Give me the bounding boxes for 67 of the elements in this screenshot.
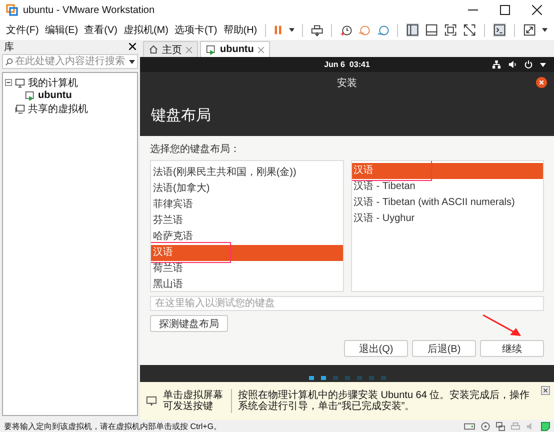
tab[interactable]: 主页 — [143, 41, 198, 57]
monitor-icon — [15, 78, 25, 88]
sidebar-icon[interactable] — [406, 23, 419, 37]
page-heading: 键盘布局 — [150, 106, 212, 126]
list-item[interactable]: 汉语 — [151, 245, 342, 261]
collapse-icon[interactable] — [5, 79, 12, 86]
dialog-button[interactable]: 后退(B) — [412, 340, 476, 357]
list-item[interactable]: 法语(加拿大) — [151, 181, 342, 197]
caret-icon[interactable] — [129, 60, 135, 64]
close-icon[interactable] — [532, 5, 542, 15]
power-icon[interactable] — [524, 60, 533, 69]
list-item[interactable]: 黑山语 — [151, 277, 342, 291]
list-item[interactable]: 汉语 - Tibetan — [352, 179, 543, 195]
panel-icon[interactable] — [424, 23, 438, 37]
prompt-label: 选择您的键盘布局： — [150, 142, 241, 156]
test-input-field[interactable]: 在这里输入以测试您的键盘 — [150, 296, 544, 311]
library-title: 库 — [4, 40, 14, 54]
menu-item[interactable]: 帮助(H) — [223, 23, 258, 37]
caret-icon[interactable] — [288, 28, 294, 32]
list-item[interactable]: 汉语 - Uyghur — [352, 211, 543, 227]
list-item[interactable]: 菲律宾语 — [151, 197, 342, 213]
window-title: ubuntu - VMware Workstation — [23, 4, 155, 16]
fullscreen-icon[interactable] — [444, 23, 458, 37]
terminal-icon[interactable] — [493, 23, 506, 37]
menu-item[interactable]: 查看(V) — [84, 23, 118, 37]
info-hint: 单击虚拟屏幕可发送按键 — [163, 390, 224, 412]
menu-item[interactable]: 选项卡(T) — [174, 23, 218, 37]
stretch-icon[interactable] — [523, 23, 536, 37]
info-message: 按照在物理计算机中的步骤安装 Ubuntu 64 位。安装完成后，操作系统会进行引导，单击“我已完成安装”。 — [238, 390, 531, 412]
list-item[interactable]: 汉语 - Tibetan (with ASCII numerals) — [352, 195, 543, 211]
volume-icon[interactable] — [508, 60, 517, 69]
caret-icon[interactable] — [542, 28, 548, 32]
list-item[interactable]: 哈萨克语 — [151, 229, 342, 245]
close-icon[interactable] — [129, 43, 136, 50]
home-icon — [149, 45, 158, 54]
app-logo-icon — [6, 4, 18, 16]
close-icon[interactable] — [541, 386, 550, 395]
menu-item[interactable]: 编辑(E) — [44, 23, 78, 37]
tree-item[interactable]: 共享的虚拟机 — [28, 102, 88, 116]
list-item[interactable]: 法语(刚果民主共和国，刚果(金)) — [151, 165, 342, 181]
menu-item[interactable]: 虚拟机(M) — [123, 23, 168, 37]
detect-button[interactable]: 探测键盘布局 — [150, 315, 228, 332]
list-item[interactable]: 荷兰语 — [151, 261, 342, 277]
list-item[interactable]: 汉语 — [352, 163, 543, 179]
arrow-annotation — [482, 314, 522, 338]
search-field[interactable]: 在此处键入内容进行搜索 — [2, 54, 138, 69]
shared-monitor-icon — [15, 104, 25, 114]
tree-item[interactable]: 我的计算机 — [28, 76, 78, 90]
close-icon[interactable] — [536, 77, 547, 88]
tree-item[interactable]: ubuntu — [38, 90, 72, 101]
search-icon — [5, 58, 13, 66]
network-icon[interactable] — [492, 60, 501, 69]
status-text: 要将输入定向到该虚拟机，请在虚拟机内部单击或按 Ctrl+G。 — [4, 420, 222, 432]
clock-text[interactable]: Jun 6 03:41 — [324, 60, 370, 69]
vm-icon — [25, 90, 35, 100]
dialog-title: 安装 — [337, 76, 357, 90]
tab[interactable]: ubuntu — [200, 41, 270, 57]
dialog-button[interactable]: 继续 — [480, 340, 544, 357]
maximize-icon[interactable] — [500, 5, 510, 15]
menu-item[interactable]: 文件(F) — [6, 23, 39, 37]
vm-icon — [206, 44, 216, 54]
pause-icon[interactable] — [274, 24, 283, 36]
dialog-button[interactable]: 退出(Q) — [344, 340, 408, 357]
printer-icon[interactable] — [311, 24, 324, 36]
disc-icon[interactable] — [481, 422, 490, 430]
caret-icon[interactable] — [540, 62, 546, 66]
list-item[interactable]: 芬兰语 — [151, 213, 342, 229]
